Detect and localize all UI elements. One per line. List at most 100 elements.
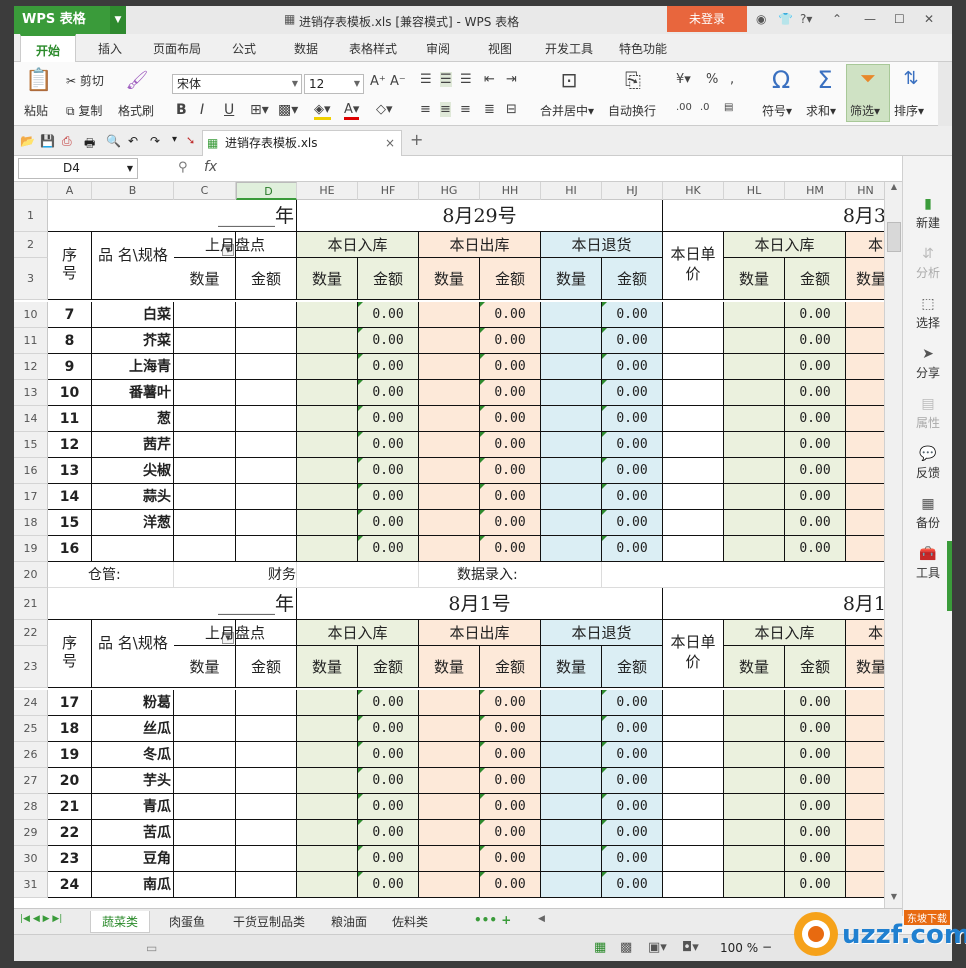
header-unit-price[interactable]: 本日单价 (663, 620, 724, 688)
number-format-icon[interactable]: ▤ (724, 102, 733, 113)
cell-in-amount[interactable]: 0.00 (358, 432, 419, 458)
tab-special[interactable]: 特色功能 (610, 34, 676, 62)
footer-finance[interactable]: 财务 (174, 562, 297, 588)
cell-in2-qty[interactable] (724, 432, 785, 458)
cell-out-qty[interactable] (419, 716, 480, 742)
cell-in-qty[interactable] (297, 820, 358, 846)
tab-view[interactable]: 视图 (476, 34, 524, 62)
cell-last-amount[interactable] (236, 484, 297, 510)
cell-in2-qty[interactable] (724, 406, 785, 432)
pane-item-share[interactable]: ➤ 分享 (903, 346, 952, 381)
header-in[interactable]: 本日入库 (297, 232, 419, 258)
cell-ret-qty[interactable] (541, 536, 602, 562)
cell-in-amount[interactable]: 0.00 (358, 872, 419, 898)
cell-last-amount[interactable] (236, 846, 297, 872)
cell-in-qty[interactable] (297, 380, 358, 406)
header-amount[interactable]: 金额 (785, 258, 846, 300)
paste-button[interactable]: 粘贴 (24, 102, 48, 119)
font-color-icon[interactable]: A▾ (344, 102, 360, 120)
cell-out-qty[interactable] (419, 354, 480, 380)
cell-out-qty[interactable] (419, 458, 480, 484)
scroll-left-icon[interactable]: ◀ (538, 914, 545, 924)
macro-icon[interactable]: ▭ (146, 941, 157, 955)
header-out[interactable]: 本日出库 (419, 620, 541, 646)
wps-app-menu-button[interactable]: WPS 表格 ▼ (14, 6, 126, 34)
cell-ret-qty[interactable] (541, 302, 602, 328)
brush-icon[interactable]: 🖌 (124, 70, 150, 91)
column-header-b[interactable]: B (92, 182, 174, 200)
cell-out-amount[interactable]: 0.00 (480, 846, 541, 872)
cell-last-qty[interactable] (174, 872, 236, 898)
cell-last-amount[interactable] (236, 510, 297, 536)
shirt-icon[interactable]: 👕 (778, 12, 793, 26)
cell-in-amount[interactable]: 0.00 (358, 510, 419, 536)
row-header[interactable]: 28 (14, 794, 48, 820)
tab-table-style[interactable]: 表格样式 (340, 34, 406, 62)
item-seq[interactable]: 8 (48, 328, 92, 354)
cell-out-amount[interactable]: 0.00 (480, 690, 541, 716)
cell-out-qty[interactable] (419, 536, 480, 562)
increase-font-icon[interactable]: A⁺ (370, 74, 386, 89)
tab-home[interactable]: 开始 (20, 34, 76, 62)
cell-out-amount[interactable]: 0.00 (480, 432, 541, 458)
header-return[interactable]: 本日退货 (541, 232, 663, 258)
tab-data[interactable]: 数据 (282, 34, 330, 62)
item-seq[interactable]: 11 (48, 406, 92, 432)
select-all-corner[interactable] (14, 182, 48, 200)
cell-ret-qty[interactable] (541, 458, 602, 484)
cell-ret-qty[interactable] (541, 406, 602, 432)
column-header-d[interactable]: D (236, 182, 297, 200)
scroll-thumb[interactable] (887, 222, 901, 252)
help-icon[interactable]: ?▾ (800, 12, 812, 26)
item-name[interactable]: 南瓜 (92, 872, 174, 898)
cell-last-amount[interactable] (236, 380, 297, 406)
row-header[interactable]: 13 (14, 380, 48, 406)
item-name[interactable]: 苦瓜 (92, 820, 174, 846)
zoom-icon[interactable]: ⚲ (178, 160, 188, 175)
row-header[interactable]: 18 (14, 510, 48, 536)
ribbon-scrollbar[interactable] (938, 62, 952, 126)
decrease-decimal-icon[interactable]: .0 (700, 102, 710, 113)
cell-out-amount[interactable]: 0.00 (480, 768, 541, 794)
wrap-text-icon[interactable]: ⎘ (618, 68, 648, 92)
column-header-c[interactable]: C (174, 182, 236, 200)
maximize-icon[interactable]: ☐ (894, 12, 905, 26)
item-seq[interactable]: 22 (48, 820, 92, 846)
header-partial[interactable]: 本 (846, 620, 884, 646)
pane-item-backup[interactable]: ▦ 备份 (903, 496, 952, 531)
cell-out-qty[interactable] (419, 484, 480, 510)
cell-out-qty[interactable] (419, 846, 480, 872)
cell-in-amount[interactable]: 0.00 (358, 820, 419, 846)
tab-review[interactable]: 审阅 (414, 34, 462, 62)
cell-in-amount[interactable]: 0.00 (358, 328, 419, 354)
first-sheet-icon[interactable]: |◀ ◀ ▶ ▶| (20, 914, 62, 924)
cell-in-qty[interactable] (297, 690, 358, 716)
cell-in-qty[interactable] (297, 458, 358, 484)
cell-out-qty[interactable] (419, 432, 480, 458)
cell-in2-amount[interactable]: 0.00 (785, 820, 846, 846)
cell-in2-qty[interactable] (724, 742, 785, 768)
cell-in-amount[interactable]: 0.00 (358, 536, 419, 562)
sheet-tab[interactable]: 蔬菜类 (90, 911, 150, 933)
cell-ret-amount[interactable]: 0.00 (602, 742, 663, 768)
cell-unit-price[interactable] (663, 536, 724, 562)
cell-out-amount[interactable]: 0.00 (480, 380, 541, 406)
cell-in-qty[interactable] (297, 768, 358, 794)
item-name[interactable]: 豆角 (92, 846, 174, 872)
column-header-hh[interactable]: HH (480, 182, 541, 200)
column-header-hf[interactable]: HF (358, 182, 419, 200)
cell-ret-amount[interactable]: 0.00 (602, 716, 663, 742)
cell-unit-price[interactable] (663, 768, 724, 794)
login-button[interactable]: 未登录 (667, 6, 747, 32)
cell-unit-price[interactable] (663, 510, 724, 536)
cell-partial[interactable] (846, 536, 884, 562)
header-qty[interactable]: 数量 (541, 258, 602, 300)
date-title-next[interactable]: 8月3 (663, 200, 884, 232)
cell-ret-amount[interactable]: 0.00 (602, 354, 663, 380)
cell-last-amount[interactable] (236, 716, 297, 742)
cell-in-qty[interactable] (297, 794, 358, 820)
cell-ret-qty[interactable] (541, 794, 602, 820)
cell-in2-amount[interactable]: 0.00 (785, 458, 846, 484)
wrap-text-button[interactable]: 自动换行 (608, 102, 656, 119)
cell-last-amount[interactable] (236, 742, 297, 768)
